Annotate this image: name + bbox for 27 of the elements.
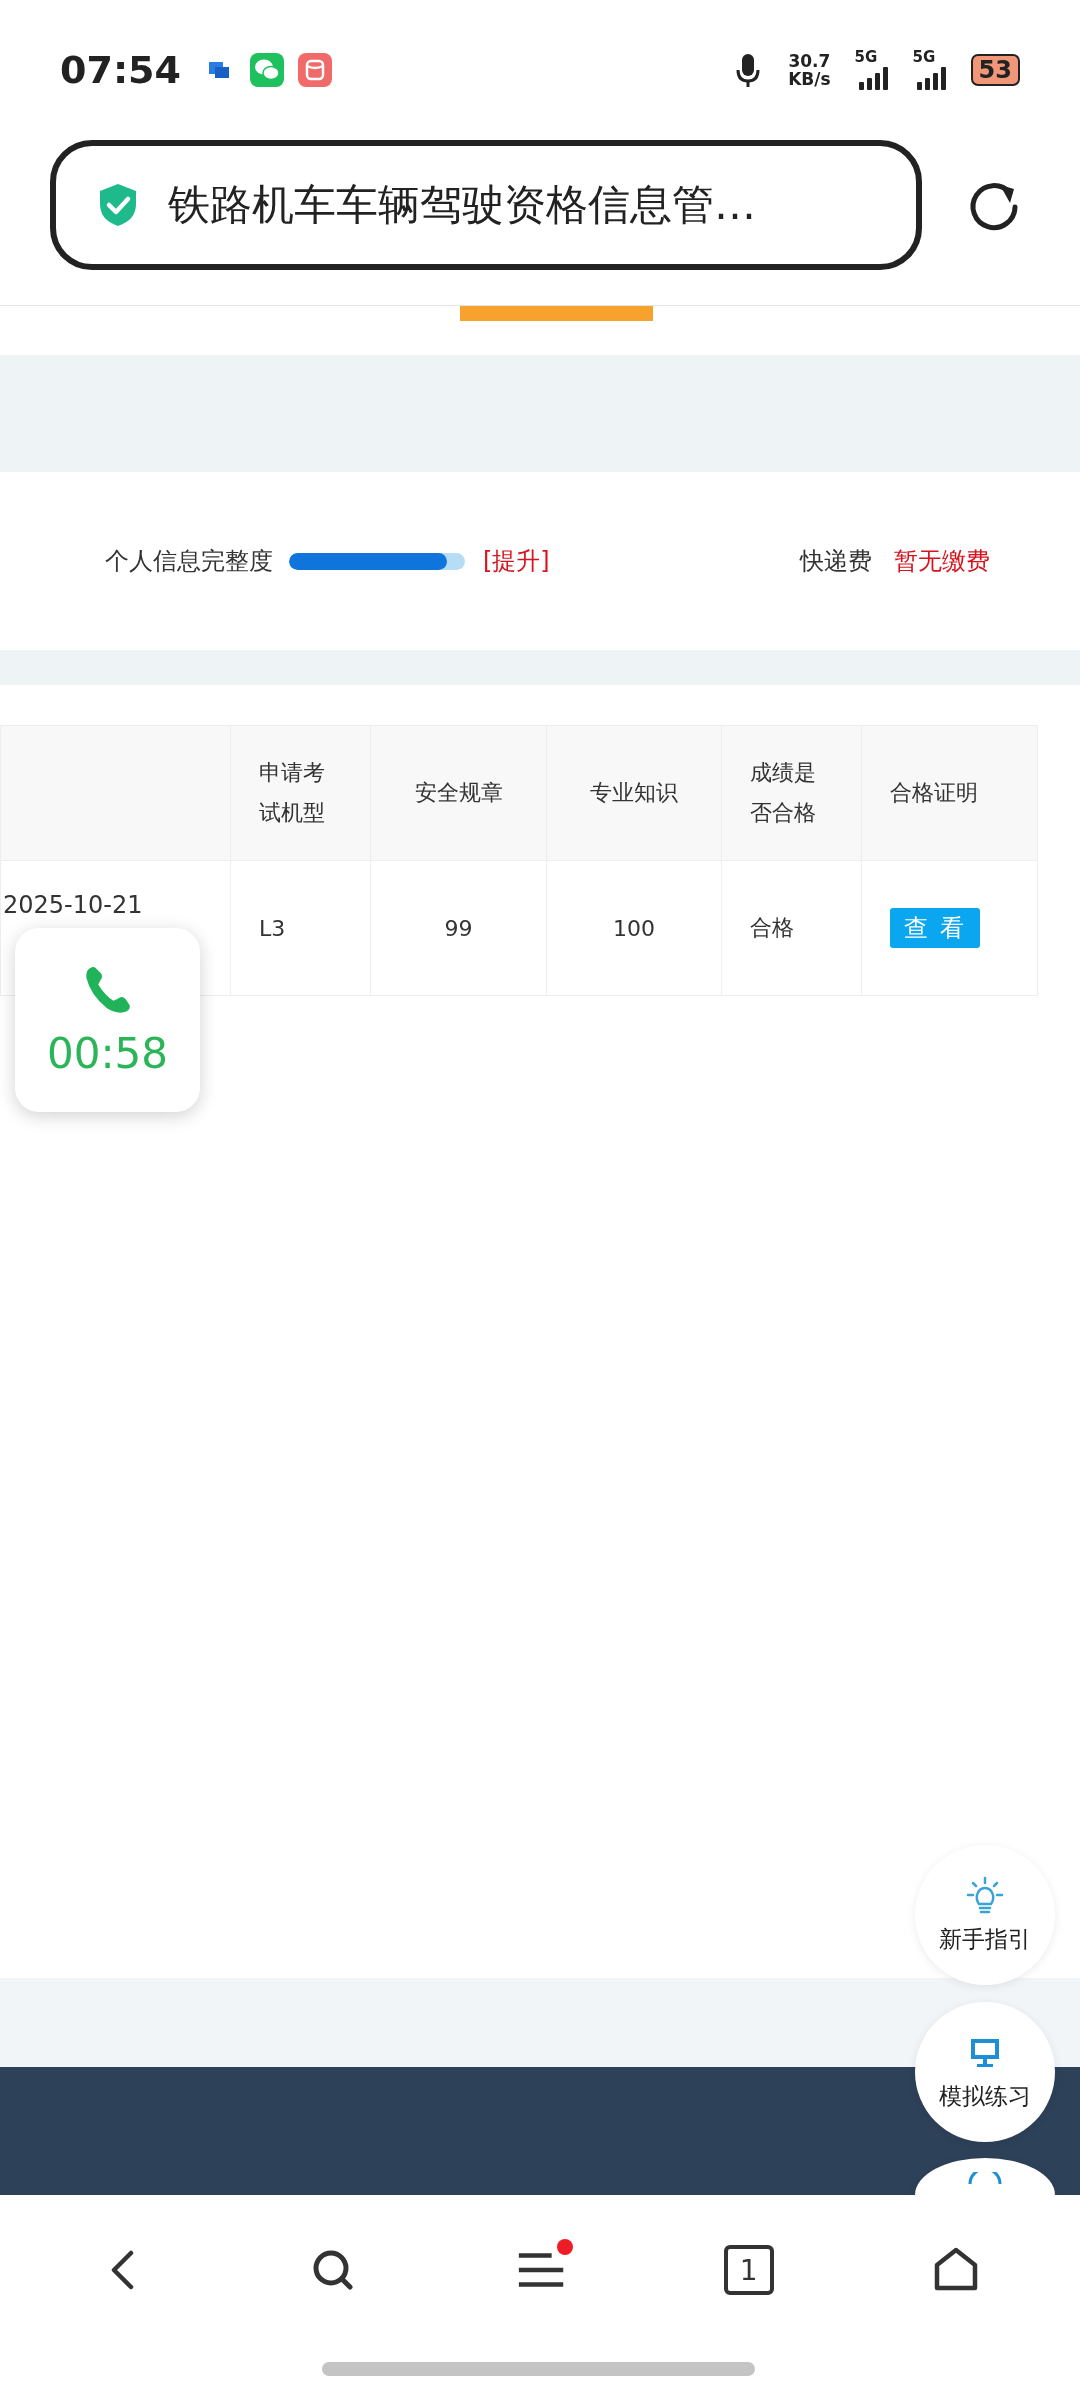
floating-button[interactable]: 新手指引 <box>915 1845 1055 1985</box>
table-header-cell: 申请考试机型 <box>230 725 371 861</box>
improve-link[interactable]: [提升] <box>483 545 550 577</box>
table-cell: 99 <box>370 860 547 996</box>
status-time: 07:54 <box>60 48 181 92</box>
light-bulb-icon <box>965 1875 1005 1916</box>
completeness-label: 个人信息完整度 <box>105 546 273 577</box>
delivery-fee-status: 暂无缴费 <box>894 546 990 577</box>
table-header-cell: 合格证明 <box>861 725 1038 861</box>
cylinder-app-icon <box>296 52 333 88</box>
delivery-fee-label: 快递费 <box>800 546 872 577</box>
table-header-cell: 安全规章 <box>370 725 547 861</box>
microphone-icon <box>736 52 761 88</box>
call-timer: 00:58 <box>46 1028 168 1078</box>
table-header-cell: 成绩是否合格 <box>721 725 862 861</box>
network-type: 5G <box>854 48 878 66</box>
speed-unit: KB/s <box>788 70 831 88</box>
tabs-button[interactable]: 1 <box>723 2245 774 2295</box>
network-type: 5G <box>912 48 936 66</box>
battery-indicator: 53 <box>970 54 1020 86</box>
table-cell: 合格 <box>721 860 862 996</box>
table-header-cell: 专业知识 <box>546 725 722 861</box>
shield-check-icon <box>98 182 138 228</box>
address-bar[interactable]: 铁路机车车辆驾驶资格信息管… <box>50 140 922 270</box>
table-cell: 100 <box>546 860 722 996</box>
network-speed: 30.7 <box>788 52 831 70</box>
table-cell: L3 <box>230 860 371 996</box>
